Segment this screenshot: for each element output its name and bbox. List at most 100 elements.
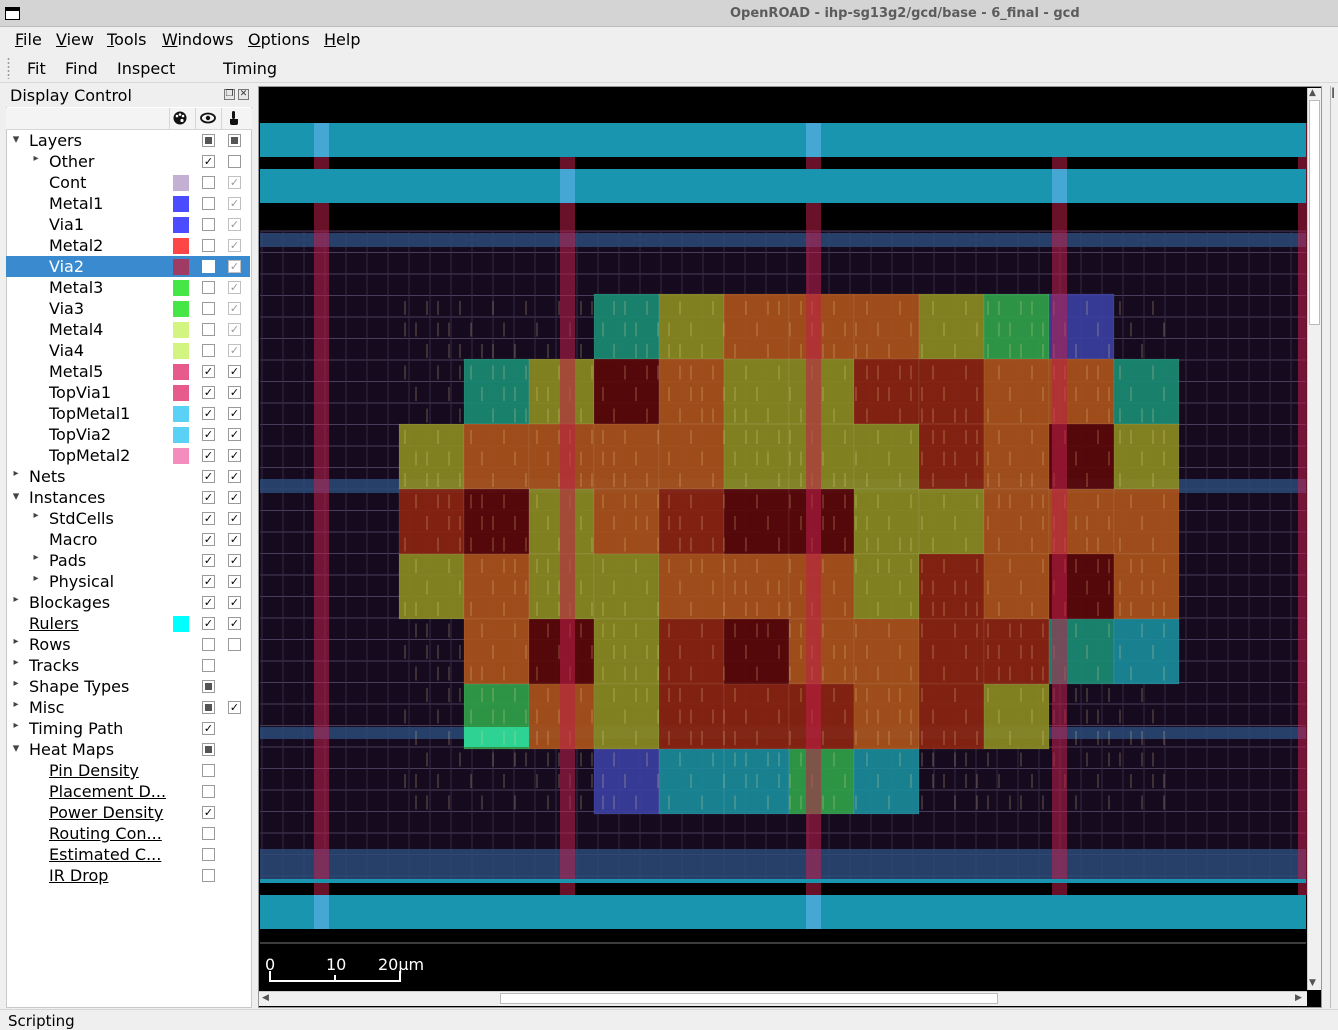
color-swatch[interactable]: [173, 217, 189, 233]
tree-row-tracks[interactable]: ▸ Tracks: [6, 655, 250, 676]
selectable-checkbox[interactable]: ✓: [228, 428, 241, 441]
timing-button[interactable]: Timing: [223, 59, 277, 78]
color-swatch[interactable]: [173, 238, 189, 254]
selectable-checkbox[interactable]: ✓: [228, 512, 241, 525]
selectable-checkbox[interactable]: ✓: [228, 491, 241, 504]
visible-checkbox[interactable]: [202, 701, 215, 714]
tree-row-pads[interactable]: ▸ Pads ✓ ✓: [6, 550, 250, 571]
color-swatch[interactable]: [173, 175, 189, 191]
tree-row-other[interactable]: ▸ Other ✓: [6, 151, 250, 172]
visible-checkbox[interactable]: ✓: [202, 449, 215, 462]
tree-row-ir-drop[interactable]: IR Drop: [6, 865, 250, 886]
tree-row-topvia1[interactable]: TopVia1 ✓ ✓: [6, 382, 250, 403]
layout-canvas[interactable]: 0 10 20µm: [259, 87, 1322, 1008]
tree-row-label[interactable]: Rulers: [29, 614, 79, 633]
tree-row-label[interactable]: Pin Density: [49, 761, 139, 780]
visible-checkbox[interactable]: [202, 281, 215, 294]
find-button[interactable]: Find: [65, 59, 98, 78]
visible-checkbox[interactable]: ✓: [202, 596, 215, 609]
visible-checkbox[interactable]: [202, 848, 215, 861]
visible-checkbox[interactable]: ✓: [202, 407, 215, 420]
selectable-checkbox[interactable]: [228, 638, 241, 651]
selectable-checkbox[interactable]: ✓: [228, 617, 241, 630]
toolbar-grip[interactable]: [7, 57, 10, 79]
scroll-down-icon[interactable]: ▼: [1309, 978, 1316, 988]
visible-checkbox[interactable]: [202, 659, 215, 672]
expand-arrow-icon[interactable]: ▸: [10, 720, 22, 731]
visible-checkbox[interactable]: ✓: [202, 617, 215, 630]
tree-row-via4[interactable]: Via4 ✓: [6, 340, 250, 361]
selectable-checkbox[interactable]: ✓: [228, 176, 241, 189]
tree-row-routing-con[interactable]: Routing Con...: [6, 823, 250, 844]
expand-arrow-icon[interactable]: ▸: [10, 657, 22, 668]
tree-row-rulers[interactable]: Rulers ✓ ✓: [6, 613, 250, 634]
selectable-checkbox[interactable]: ✓: [228, 575, 241, 588]
selectable-checkbox[interactable]: ✓: [228, 596, 241, 609]
visible-checkbox[interactable]: [202, 260, 215, 273]
selectable-checkbox[interactable]: ✓: [228, 407, 241, 420]
tree-row-topvia2[interactable]: TopVia2 ✓ ✓: [6, 424, 250, 445]
expand-arrow-icon[interactable]: ▸: [10, 636, 22, 647]
selectable-checkbox[interactable]: ✓: [228, 302, 241, 315]
float-icon[interactable]: ❐: [224, 89, 235, 100]
visible-checkbox[interactable]: ✓: [202, 428, 215, 441]
tree-row-physical[interactable]: ▸ Physical ✓ ✓: [6, 571, 250, 592]
tree-row-via2[interactable]: Via2 ✓: [6, 256, 250, 277]
selectable-checkbox[interactable]: ✓: [228, 281, 241, 294]
selectable-checkbox[interactable]: ✓: [228, 386, 241, 399]
tree-row-label[interactable]: Placement D...: [49, 782, 166, 801]
visible-checkbox[interactable]: ✓: [202, 155, 215, 168]
visible-checkbox[interactable]: [202, 344, 215, 357]
visible-checkbox[interactable]: [202, 134, 215, 147]
vertical-scroll-thumb[interactable]: [1309, 100, 1320, 325]
tree-row-shape-types[interactable]: ▸ Shape Types: [6, 676, 250, 697]
visible-checkbox[interactable]: [202, 764, 215, 777]
selectable-checkbox[interactable]: ✓: [228, 554, 241, 567]
visible-checkbox[interactable]: ✓: [202, 512, 215, 525]
selectable-checkbox[interactable]: ✓: [228, 365, 241, 378]
visible-checkbox[interactable]: ✓: [202, 533, 215, 546]
tree-row-cont[interactable]: Cont ✓: [6, 172, 250, 193]
visible-checkbox[interactable]: [202, 827, 215, 840]
selectable-checkbox[interactable]: ✓: [228, 260, 241, 273]
tree-row-layers[interactable]: ▾ Layers: [6, 130, 250, 151]
color-swatch[interactable]: [173, 364, 189, 380]
color-swatch[interactable]: [173, 385, 189, 401]
tree-row-via1[interactable]: Via1 ✓: [6, 214, 250, 235]
menu-view[interactable]: View: [56, 30, 94, 49]
layout-viewer[interactable]: 0 10 20µm: [258, 86, 1322, 1008]
menu-help[interactable]: Help: [324, 30, 360, 49]
tree-row-via3[interactable]: Via3 ✓: [6, 298, 250, 319]
visible-checkbox[interactable]: [202, 323, 215, 336]
selectable-checkbox[interactable]: ✓: [228, 533, 241, 546]
visible-checkbox[interactable]: [202, 302, 215, 315]
tree-row-pin-density[interactable]: Pin Density: [6, 760, 250, 781]
visible-checkbox[interactable]: ✓: [202, 554, 215, 567]
menu-options[interactable]: Options: [248, 30, 310, 49]
color-swatch[interactable]: [173, 448, 189, 464]
collapse-arrow-icon[interactable]: ▾: [10, 489, 22, 504]
collapse-arrow-icon[interactable]: ▾: [10, 132, 22, 147]
visible-checkbox[interactable]: [202, 197, 215, 210]
window-icon[interactable]: [5, 7, 20, 20]
tree-row-metal2[interactable]: Metal2 ✓: [6, 235, 250, 256]
scroll-left-icon[interactable]: ◀: [262, 993, 269, 1003]
horizontal-scroll-thumb[interactable]: [500, 993, 998, 1004]
color-swatch[interactable]: [173, 406, 189, 422]
tree-row-rows[interactable]: ▸ Rows: [6, 634, 250, 655]
expand-arrow-icon[interactable]: ▸: [30, 573, 42, 584]
selectable-checkbox[interactable]: [228, 134, 241, 147]
inspect-button[interactable]: Inspect: [117, 59, 175, 78]
menu-file[interactable]: File: [15, 30, 42, 49]
visible-checkbox[interactable]: [202, 743, 215, 756]
close-icon[interactable]: ✕: [238, 89, 249, 100]
expand-arrow-icon[interactable]: ▸: [10, 678, 22, 689]
collapse-arrow-icon[interactable]: ▾: [10, 741, 22, 756]
visible-checkbox[interactable]: ✓: [202, 386, 215, 399]
tree-row-estimated-c[interactable]: Estimated C...: [6, 844, 250, 865]
visible-checkbox[interactable]: ✓: [202, 722, 215, 735]
tree-row-timing-path[interactable]: ▸ Timing Path ✓: [6, 718, 250, 739]
tree-row-topmetal2[interactable]: TopMetal2 ✓ ✓: [6, 445, 250, 466]
tree-row-instances[interactable]: ▾ Instances ✓ ✓: [6, 487, 250, 508]
selectable-checkbox[interactable]: [228, 155, 241, 168]
